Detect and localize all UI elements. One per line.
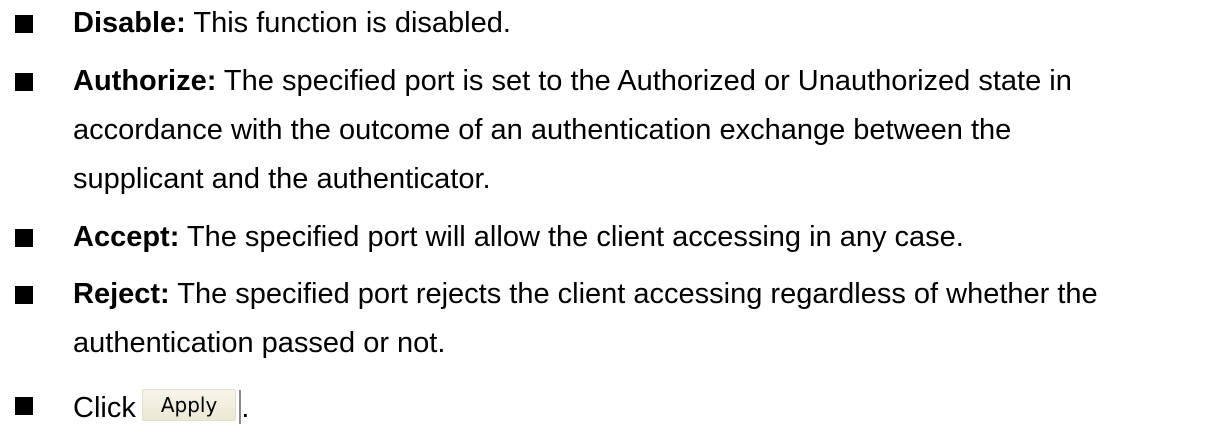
term-description: The specified port will allow the client… — [186, 221, 964, 253]
square-bullet-icon — [15, 229, 33, 247]
list-item-text: Accept: The specified port will allow th… — [73, 218, 1203, 257]
button-edge-divider — [239, 390, 242, 425]
term-description: This function is disabled. — [193, 7, 511, 39]
term-label: Accept: — [73, 221, 180, 253]
square-bullet-icon — [15, 397, 33, 415]
list-item-text: Authorize: The specified port is set to … — [73, 62, 1203, 101]
apply-button[interactable]: Apply — [141, 389, 237, 422]
term-description: accordance with the outcome of an authen… — [73, 114, 1012, 146]
list-item-text: Click Apply. — [73, 389, 1203, 428]
instruction-suffix: . — [241, 392, 250, 424]
square-bullet-icon — [15, 15, 33, 33]
term-label: Reject: — [73, 278, 170, 310]
square-bullet-icon — [15, 73, 33, 91]
document-page: Disable: This function is disabled. Auth… — [0, 0, 1216, 439]
instruction-text: Click — [73, 392, 136, 424]
list-item-text: Disable: This function is disabled. — [73, 4, 1203, 43]
list-item-text-continued: supplicant and the authenticator. — [73, 160, 1203, 199]
list-item-text: Reject: The specified port rejects the c… — [73, 275, 1203, 314]
term-description: supplicant and the authenticator. — [73, 163, 491, 195]
term-description: The specified port rejects the client ac… — [177, 278, 1098, 310]
list-item-text-continued: accordance with the outcome of an authen… — [73, 111, 1203, 150]
list-item-text-continued: authentication passed or not. — [73, 324, 1203, 363]
square-bullet-icon — [15, 286, 33, 304]
term-description: The specified port is set to the Authori… — [223, 65, 1072, 97]
term-label: Authorize: — [73, 65, 217, 97]
term-label: Disable: — [73, 7, 186, 39]
term-description: authentication passed or not. — [73, 327, 446, 359]
